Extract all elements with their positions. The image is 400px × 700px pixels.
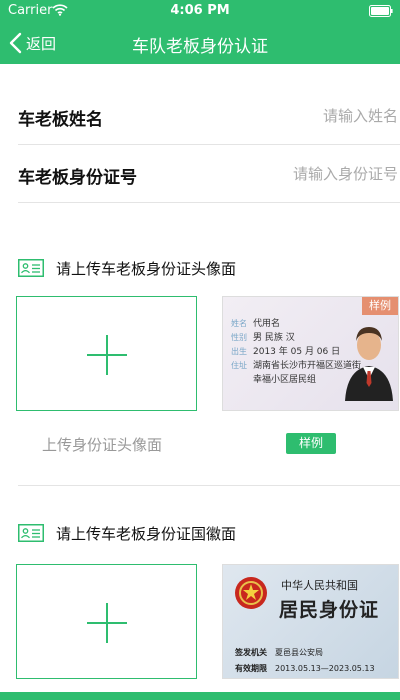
sample-front-fields: 姓名 代用名 性别男 民族 汉 出生 2013 年 05 月 06 日 住址 湖南省长… — [231, 317, 361, 387]
sample-front-row: 幸福小区居民组 — [253, 375, 317, 385]
status-bar: Carrier 4:06 PM — [0, 0, 400, 22]
section-front-label: 请上传车老板身份证头像面 — [56, 259, 237, 278]
status-time: 4:06 PM — [170, 3, 230, 18]
section-back-label: 请上传车老板身份证国徽面 — [56, 524, 237, 543]
id-number-input[interactable] — [198, 160, 398, 188]
plus-icon — [87, 603, 127, 643]
id-number-row: 车老板身份证号 — [18, 146, 400, 203]
sample-back-image: 中华人民共和国 居民身份证 签发机关 夏邑县公安局 有效期限 2013.05.13—… — [222, 564, 399, 679]
sample-back-validity: 有效期限 2013.05.13—2023.05.13 — [235, 664, 375, 673]
sample-back-title: 居民身份证 — [279, 599, 380, 621]
id-card-icon — [18, 524, 44, 542]
sample-ribbon: 样例 — [362, 297, 398, 315]
bottom-bar — [0, 692, 400, 700]
id-number-label: 车老板身份证号 — [18, 168, 137, 188]
sample-front-image: 样例 姓名 代用名 性别男 民族 汉 出生 2013 年 05 月 06 日 住址湖… — [222, 296, 399, 411]
page-title: 车队老板身份认证 — [132, 37, 268, 57]
sample-front-row: 住址 湖南省长沙市开福区巡道街 — [231, 361, 362, 371]
name-row: 车老板姓名 — [18, 88, 400, 145]
sample-front-row: 出生 2013 年 05 月 06 日 — [231, 347, 341, 357]
name-label: 车老板姓名 — [18, 110, 103, 130]
sample-back-country: 中华人民共和国 — [281, 579, 358, 592]
upload-front-box[interactable] — [16, 296, 197, 411]
sample-back-authority: 签发机关 夏邑县公安局 — [235, 648, 323, 657]
sample-front-row: 性别男 民族 汉 — [231, 333, 295, 343]
name-input[interactable] — [198, 102, 398, 130]
nav-bar: 返回 车队老板身份认证 — [0, 22, 400, 64]
person-icon — [345, 327, 393, 401]
battery-icon — [369, 5, 393, 17]
sample-badge[interactable]: 样例 — [286, 433, 336, 454]
sample-front-row: 姓名 代用名 — [231, 319, 281, 329]
header: Carrier 4:06 PM 返回 车队老板身份认证 — [0, 0, 400, 64]
upload-front-caption: 上传身份证头像面 — [42, 436, 163, 454]
section-divider — [18, 485, 400, 486]
plus-icon — [87, 335, 127, 375]
upload-back-box[interactable] — [16, 564, 197, 679]
id-card-icon — [18, 259, 44, 277]
emblem-icon — [235, 577, 267, 609]
section-back-title: 请上传车老板身份证国徽面 — [18, 521, 236, 545]
section-front-title: 请上传车老板身份证头像面 — [18, 256, 236, 280]
